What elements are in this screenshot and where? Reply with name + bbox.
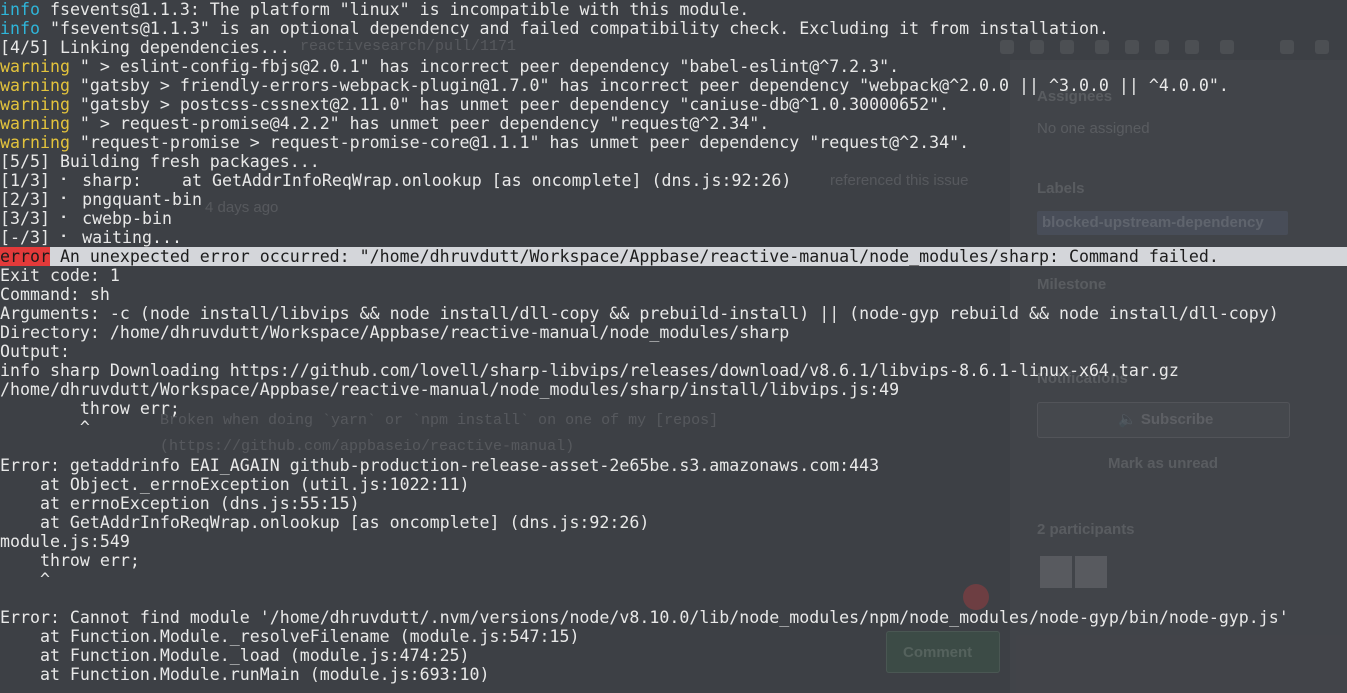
terminal-line: throw err; [0,399,1347,418]
terminal-line-text: Error: Cannot find module '/home/dhruvdu… [0,608,1289,627]
terminal-line-text: " > eslint-config-fbjs@2.0.1" has incorr… [69,57,900,76]
terminal-line-text: at GetAddrInfoReqWrap.onlookup [as oncom… [0,513,650,532]
terminal-line: Output: [0,342,1347,361]
terminal-line-text: ^ [0,418,90,437]
terminal-line: throw err; [0,551,1347,570]
terminal-line-text: [4/5] Linking dependencies... [0,38,290,57]
terminal-line: at GetAddrInfoReqWrap.onlookup [as oncom… [0,513,1347,532]
terminal-line: Error: Cannot find module '/home/dhruvdu… [0,608,1347,627]
terminal-line-text: "request-promise > request-promise-core@… [69,133,970,152]
terminal-line: at Object._errnoException (util.js:1022:… [0,475,1347,494]
terminal-line: Exit code: 1 [0,266,1347,285]
terminal-line: Command: sh [0,285,1347,304]
terminal-line: [2/3] ⠂ pngquant-bin [0,190,1347,209]
terminal-line-text: [-/3] ⠂ waiting... [0,228,182,247]
terminal-line-text: at errnoException (dns.js:55:15) [0,494,360,513]
terminal-line-text: at Object._errnoException (util.js:1022:… [0,475,470,494]
terminal-line: warning " > request-promise@4.2.2" has u… [0,114,1347,133]
terminal-line: error An unexpected error occurred: "/ho… [0,247,1347,266]
terminal-line: info "fsevents@1.1.3" is an optional dep… [0,19,1347,38]
info-tag: info [0,0,40,19]
terminal-line: [5/5] Building fresh packages... [0,152,1347,171]
terminal-line-text: at Function.Module.runMain (module.js:69… [0,665,490,684]
terminal-line: warning "request-promise > request-promi… [0,133,1347,152]
terminal-line: [-/3] ⠂ waiting... [0,228,1347,247]
terminal-line-text: ^ [0,570,50,589]
terminal-line-text: "gatsby > postcss-cssnext@2.11.0" has un… [69,95,950,114]
info-tag: info [0,19,40,38]
terminal-line-text: info sharp Downloading https://github.co… [0,361,1179,380]
terminal-line: at errnoException (dns.js:55:15) [0,494,1347,513]
terminal-line: Error: getaddrinfo EAI_AGAIN github-prod… [0,456,1347,475]
terminal-line-text: throw err; [0,399,180,418]
terminal-line: Arguments: -c (node install/libvips && n… [0,304,1347,323]
terminal-line-text: /home/dhruvdutt/Workspace/Appbase/reacti… [0,380,900,399]
terminal-line-text: "gatsby > friendly-errors-webpack-plugin… [69,76,1229,95]
terminal-line: at Function.Module.runMain (module.js:69… [0,665,1347,684]
terminal-line: at Function.Module._load (module.js:474:… [0,646,1347,665]
terminal-line-text: Directory: /home/dhruvdutt/Workspace/App… [0,323,790,342]
terminal-line: module.js:549 [0,532,1347,551]
terminal-line-text: at Function.Module._resolveFilename (mod… [0,627,580,646]
warning-tag: warning [0,57,70,76]
terminal-line-text: at Function.Module._load (module.js:474:… [0,646,470,665]
terminal-line-text: fsevents@1.1.3: The platform "linux" is … [39,0,750,19]
terminal-line-text: module.js:549 [0,532,130,551]
terminal-line: warning "gatsby > friendly-errors-webpac… [0,76,1347,95]
terminal-line: info fsevents@1.1.3: The platform "linux… [0,0,1347,19]
terminal-line-text: [1/3] ⠂ sharp: at GetAddrInfoReqWrap.onl… [0,171,792,190]
terminal-line-text: Command: sh [0,285,110,304]
terminal-line-text: throw err; [0,551,140,570]
terminal-line-text: [5/5] Building fresh packages... [0,152,320,171]
terminal-line: ^ [0,418,1347,437]
terminal-line-text: Error: getaddrinfo EAI_AGAIN github-prod… [0,456,880,475]
terminal-line-text: An unexpected error occurred: "/home/dhr… [49,247,1219,266]
terminal-line-text: [3/3] ⠂ cwebp-bin [0,209,172,228]
terminal-line-text: "fsevents@1.1.3" is an optional dependen… [39,19,1109,38]
terminal-line-text: Exit code: 1 [0,266,120,285]
terminal-line-text: Output: [0,342,70,361]
terminal-line-text: Arguments: -c (node install/libvips && n… [0,304,1279,323]
terminal-window: reactivesearch/pull/1171 Assignees No on… [0,0,1347,693]
terminal-line: [3/3] ⠂ cwebp-bin [0,209,1347,228]
terminal-line: at Function.Module._resolveFilename (mod… [0,627,1347,646]
terminal-output[interactable]: info fsevents@1.1.3: The platform "linux… [0,0,1347,684]
terminal-line: [4/5] Linking dependencies... [0,38,1347,57]
terminal-line: warning " > eslint-config-fbjs@2.0.1" ha… [0,57,1347,76]
warning-tag: warning [0,114,70,133]
terminal-line: info sharp Downloading https://github.co… [0,361,1347,380]
terminal-line: [1/3] ⠂ sharp: at GetAddrInfoReqWrap.onl… [0,171,1347,190]
terminal-line: warning "gatsby > postcss-cssnext@2.11.0… [0,95,1347,114]
error-tag: error [0,247,50,266]
terminal-line-text: [2/3] ⠂ pngquant-bin [0,190,202,209]
warning-tag: warning [0,95,70,114]
warning-tag: warning [0,76,70,95]
terminal-line: /home/dhruvdutt/Workspace/Appbase/reacti… [0,380,1347,399]
warning-tag: warning [0,133,70,152]
terminal-line: Directory: /home/dhruvdutt/Workspace/App… [0,323,1347,342]
terminal-line-text: " > request-promise@4.2.2" has unmet pee… [69,114,770,133]
terminal-line: ^ [0,570,1347,589]
